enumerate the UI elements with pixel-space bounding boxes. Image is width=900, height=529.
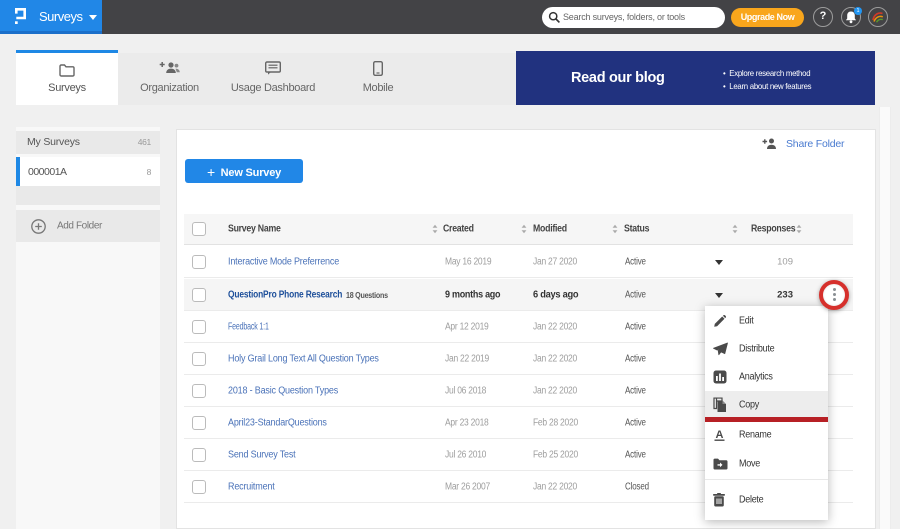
svg-text:A: A (716, 429, 724, 441)
